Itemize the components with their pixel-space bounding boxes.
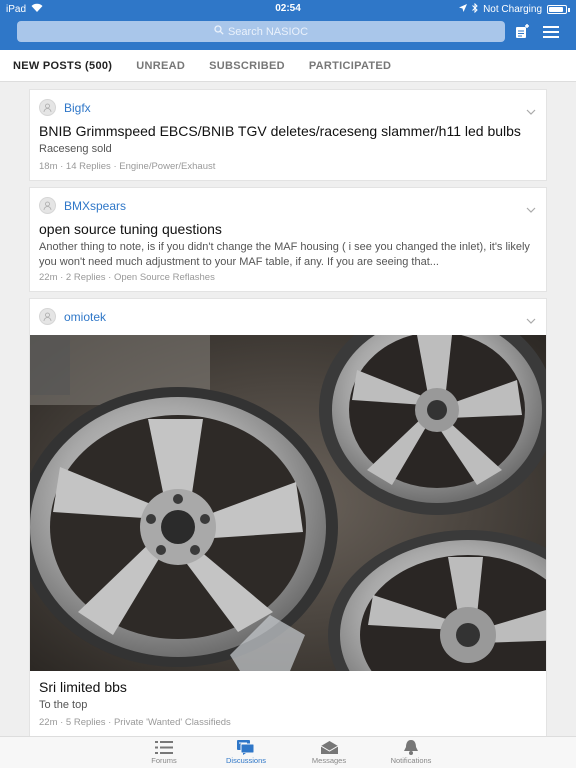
envelope-icon	[289, 739, 369, 756]
post-meta: 22m · 5 Replies · Private 'Wanted' Class…	[39, 717, 231, 728]
avatar[interactable]	[39, 197, 56, 214]
post-snippet: Raceseng sold	[39, 143, 112, 155]
tab-label: Forums	[151, 756, 177, 765]
tab-label: Messages	[311, 756, 347, 765]
search-input[interactable]: Search NASIOC	[17, 21, 505, 42]
bell-icon	[371, 739, 451, 756]
post-snippet: To the top	[39, 699, 88, 711]
menu-icon[interactable]	[543, 25, 559, 43]
tab-subscribed[interactable]: SUBSCRIBED	[209, 60, 285, 72]
status-bar: iPad 02:54 Not Charging	[0, 0, 576, 18]
post-title[interactable]: open source tuning questions	[39, 221, 222, 237]
bluetooth-icon	[472, 2, 478, 16]
search-icon	[214, 25, 224, 38]
compose-icon[interactable]	[515, 24, 529, 44]
tab-participated[interactable]: PARTICIPATED	[309, 60, 391, 72]
tab-notifications[interactable]: Notifications	[371, 739, 451, 765]
list-icon	[124, 739, 204, 756]
bottom-tab-bar: Forums Discussions Messages Notification…	[0, 736, 576, 768]
post-author[interactable]: Bigfx	[64, 101, 91, 115]
search-placeholder: Search NASIOC	[227, 25, 309, 38]
avatar[interactable]	[39, 308, 56, 325]
post-title[interactable]: Sri limited bbs	[39, 679, 127, 695]
post-title[interactable]: BNIB Grimmspeed EBCS/BNIB TGV deletes/ra…	[39, 123, 521, 139]
post-image[interactable]	[30, 335, 546, 671]
charging-status: Not Charging	[483, 4, 542, 15]
filter-tabs: NEW POSTS (500) UNREAD SUBSCRIBED PARTIC…	[0, 50, 576, 82]
tab-unread[interactable]: UNREAD	[136, 60, 185, 72]
tab-forums[interactable]: Forums	[124, 739, 204, 765]
post-author[interactable]: BMXspears	[64, 199, 126, 213]
tab-label: Discussions	[225, 756, 266, 765]
post-author[interactable]: omiotek	[64, 310, 106, 324]
avatar[interactable]	[39, 99, 56, 116]
tab-new-posts[interactable]: NEW POSTS (500)	[13, 60, 112, 72]
chevron-down-icon[interactable]	[526, 200, 536, 218]
post-feed: Bigfx BNIB Grimmspeed EBCS/BNIB TGV dele…	[0, 82, 576, 736]
post-snippet: Another thing to note, is if you didn't …	[39, 241, 530, 268]
chevron-down-icon[interactable]	[526, 102, 536, 120]
post-card[interactable]: BMXspears open source tuning questions A…	[30, 188, 546, 291]
tab-messages[interactable]: Messages	[289, 739, 369, 765]
navigation-bar: iPad 02:54 Not Charging Search NASIOC	[0, 0, 576, 50]
tab-label: Notifications	[390, 756, 432, 765]
tab-discussions[interactable]: Discussions	[206, 739, 286, 765]
chat-icon	[206, 739, 286, 756]
chevron-down-icon[interactable]	[526, 311, 536, 329]
post-meta: 18m · 14 Replies · Engine/Power/Exhaust	[39, 161, 216, 172]
post-card[interactable]: omiotek Sri limited bbs To the top 22m ·…	[30, 299, 546, 736]
post-card[interactable]: Bigfx BNIB Grimmspeed EBCS/BNIB TGV dele…	[30, 90, 546, 180]
post-meta: 22m · 2 Replies · Open Source Reflashes	[39, 272, 215, 283]
battery-icon	[547, 5, 567, 14]
location-icon	[459, 4, 468, 15]
